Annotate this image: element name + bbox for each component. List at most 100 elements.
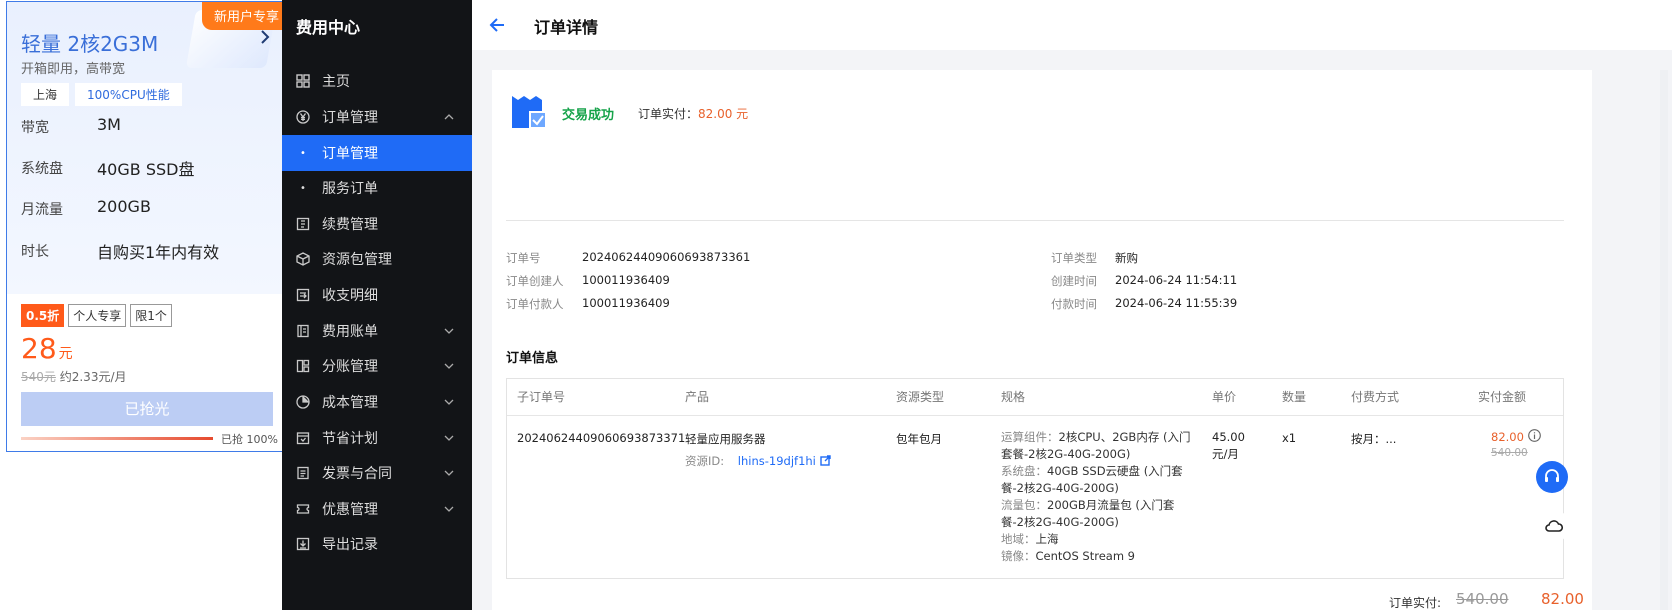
sidebar-item-label: 费用账单: [322, 324, 378, 340]
cell-unit-price: 45.00 元/月: [1212, 430, 1245, 461]
sold-percent-text: 已抢 100%: [221, 433, 278, 446]
field-value-order-type: 新购: [1115, 251, 1138, 265]
sidebar-item-coupons[interactable]: 优惠管理: [282, 491, 472, 527]
sidebar-item-label: 主页: [322, 74, 350, 90]
package-icon: [296, 252, 310, 266]
sidebar-item-export-records[interactable]: 导出记录: [282, 526, 472, 562]
ledger-icon: [296, 288, 310, 302]
chevron-down-icon: [444, 399, 454, 405]
spec-line-traffic: 流量包：200GB月流量包 (入门套餐-2核2G-40G-200G): [1001, 498, 1175, 529]
promo-title[interactable]: 轻量 2核2G3M: [21, 28, 158, 57]
sidebar-item-transactions[interactable]: 收支明细: [282, 277, 472, 313]
main-content: 订单详情 交易成功 订单实付：82.00 元 订单号 2024062440906…: [472, 0, 1672, 610]
sidebar-item-savings-plan[interactable]: 节省计划: [282, 420, 472, 456]
sidebar-item-label: 订单管理: [322, 146, 378, 162]
receipt-success-icon: [512, 96, 547, 129]
sidebar-item-bills[interactable]: 费用账单: [282, 313, 472, 349]
pie-icon: [296, 395, 310, 409]
spec-value-duration: 自购买1年内有效: [97, 243, 220, 262]
external-link-icon[interactable]: [819, 455, 831, 466]
sidebar-item-label: 资源包管理: [322, 252, 392, 268]
total-original: 540.00: [1456, 590, 1509, 608]
sidebar-item-renewal[interactable]: 续费管理: [282, 206, 472, 242]
resource-id-link[interactable]: lhins-19djf1hi: [738, 454, 816, 468]
spec-value-traffic: 200GB: [97, 197, 151, 216]
chevron-up-icon: [444, 114, 454, 120]
cloud-icon: [1545, 520, 1564, 532]
sidebar-item-home[interactable]: 主页: [282, 63, 472, 99]
sidebar-item-invoices[interactable]: 发票与合同: [282, 455, 472, 491]
sidebar-item-cost-management[interactable]: 成本管理: [282, 384, 472, 420]
chevron-down-icon: [444, 435, 454, 441]
resource-id-label: 资源ID:: [685, 454, 725, 468]
sidebar-item-label: 分账管理: [322, 359, 378, 375]
column-header: 付费方式: [1351, 390, 1400, 404]
spec-label-bandwidth: 带宽: [21, 120, 49, 136]
cpu-tag: 100%CPU性能: [75, 83, 182, 106]
chevron-down-icon: [444, 470, 454, 476]
sidebar-item-label: 服务订单: [322, 181, 378, 197]
sidebar: 费用中心 主页 订单管理 • 订单管理 • 服务订单 续费管理 资源包管理 收支…: [282, 0, 472, 610]
grid-icon: [296, 74, 310, 88]
spec-value-disk: 40GB SSD盘: [97, 160, 195, 179]
back-arrow-icon[interactable]: [488, 15, 508, 35]
cell-product: 轻量应用服务器: [685, 432, 766, 446]
personal-only-tag: 个人专享: [68, 304, 127, 327]
plan-icon: [296, 431, 310, 445]
info-icon[interactable]: [1528, 429, 1541, 442]
sidebar-item-label: 成本管理: [322, 395, 378, 411]
sidebar-item-label: 收支明细: [322, 288, 378, 304]
price-value: 28: [21, 332, 57, 365]
renew-icon: [296, 217, 310, 231]
sidebar-subitem-service-orders[interactable]: • 服务订单: [282, 170, 472, 206]
spec-label-disk: 系统盘: [21, 161, 63, 177]
promo-tags: 上海 100%CPU性能: [21, 83, 182, 106]
headset-icon: [1545, 469, 1559, 482]
scrollbar[interactable]: [1660, 70, 1668, 610]
header-divider: [507, 415, 1563, 416]
cell-quantity: x1: [1282, 431, 1297, 445]
field-label-creator: 订单创建人: [506, 274, 564, 288]
spec-line-image: 镜像：CentOS Stream 9: [1001, 549, 1135, 563]
chevron-right-icon[interactable]: [259, 28, 271, 49]
field-value-order-no[interactable]: 20240624409060693873361: [582, 250, 750, 264]
cell-resource-type: 包年包月: [896, 432, 942, 446]
limit-tag: 限1个: [130, 304, 172, 327]
order-info-section-title: 订单信息: [506, 351, 559, 366]
price-unit: 元: [58, 346, 73, 362]
discount-tags: 0.5折 个人专享 限1个: [21, 304, 172, 327]
sidebar-item-label: 节省计划: [322, 431, 378, 447]
cloud-button[interactable]: [1538, 510, 1570, 542]
sidebar-item-order-management[interactable]: 订单管理: [282, 99, 472, 135]
field-label-paid-time: 付款时间: [1051, 297, 1097, 311]
coupon-icon: [296, 502, 310, 516]
support-chat-button[interactable]: [1536, 461, 1568, 493]
cell-specs: 运算组件：2核CPU、2GB内存 (入门套餐-2核2G-40G-200G) 系统…: [1001, 429, 1191, 565]
region-tag: 上海: [21, 83, 70, 106]
sidebar-item-label: 优惠管理: [322, 502, 378, 518]
total-label: 订单实付:: [1389, 596, 1442, 610]
export-icon: [296, 537, 310, 551]
split-icon: [296, 359, 310, 373]
sidebar-title: 费用中心: [296, 18, 361, 37]
new-user-badge: 新用户专享: [201, 2, 289, 30]
sidebar-item-label: 导出记录: [322, 537, 378, 553]
promo-original-price: 540元 约2.33元/月: [21, 368, 127, 385]
sold-out-button[interactable]: 已抢光: [21, 392, 273, 426]
sidebar-item-split-accounts[interactable]: 分账管理: [282, 348, 472, 384]
sub-orders-table: 子订单号 产品 资源类型 规格 单价 数量 付费方式 实付金额 20240624…: [506, 378, 1564, 579]
cell-resource-id: 资源ID: lhins-19djf1hi: [685, 453, 831, 469]
chevron-down-icon: [444, 506, 454, 512]
order-detail-card: 交易成功 订单实付：82.00 元 订单号 202406244090606938…: [492, 70, 1592, 610]
bullet-icon: •: [300, 182, 306, 194]
spec-label-traffic: 月流量: [21, 202, 63, 218]
spec-value-bandwidth: 3M: [97, 115, 121, 134]
sidebar-subitem-orders[interactable]: • 订单管理: [282, 135, 472, 171]
bullet-icon: •: [300, 147, 306, 159]
promo-card[interactable]: 新用户专享 轻量 2核2G3M 开箱即用，高带宽 上海 100%CPU性能 带宽…: [6, 1, 290, 452]
bill-icon: [296, 324, 310, 338]
invoice-icon: [296, 466, 310, 480]
column-header: 实付金额: [1478, 390, 1527, 404]
sidebar-item-label: 发票与合同: [322, 466, 392, 482]
sidebar-item-resource-packs[interactable]: 资源包管理: [282, 241, 472, 277]
